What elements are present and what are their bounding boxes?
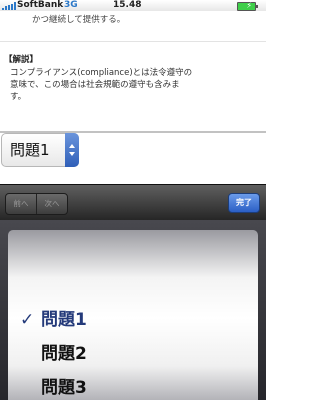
network-type: 3G (64, 0, 78, 10)
next-button[interactable]: 次へ (36, 194, 67, 214)
select-arrows-icon[interactable] (65, 133, 79, 167)
explanation-heading: 【解説】 (4, 55, 39, 65)
prev-next-segmented-control: 前へ 次へ (5, 193, 68, 215)
charging-icon: ⚡ (246, 1, 252, 10)
picker-option-label: 問題3 (41, 378, 87, 398)
picker-option-selected[interactable]: ✓ 問題1 (8, 304, 258, 336)
status-bar: SoftBank 3G 15.48 ⚡ (0, 0, 266, 11)
picker-toolbar: 前へ 次へ 完了 (0, 184, 266, 220)
signal-strength-icon (2, 2, 16, 10)
previous-button[interactable]: 前へ (6, 194, 36, 214)
done-button[interactable]: 完了 (228, 193, 260, 213)
picker-option[interactable]: 問題2 (8, 338, 258, 370)
picker-option[interactable]: 問題3 (8, 372, 258, 400)
explanation-body: コンプライアンス(compliance)とは法令遵守の 意味で、この場合は社会規… (10, 68, 193, 102)
page-content: かつ継続して提供する。 【解説】 コンプライアンス(compliance)とは法… (0, 11, 266, 184)
picker-frame: ✓ 問題1 問題2 問題3 (0, 220, 266, 400)
picker-option-label: 問題1 (41, 310, 87, 330)
divider (0, 41, 266, 42)
picker-option-label: 問題2 (41, 344, 87, 364)
status-time: 15.48 (113, 0, 142, 10)
previous-paragraph-text: かつ継続して提供する。 (32, 15, 126, 25)
question-select[interactable]: 問題1 (1, 133, 79, 167)
checkmark-icon: ✓ (20, 310, 35, 330)
carrier-name: SoftBank (17, 0, 64, 10)
picker-wheel[interactable]: ✓ 問題1 問題2 問題3 (8, 230, 258, 400)
question-select-value: 問題1 (10, 141, 50, 159)
